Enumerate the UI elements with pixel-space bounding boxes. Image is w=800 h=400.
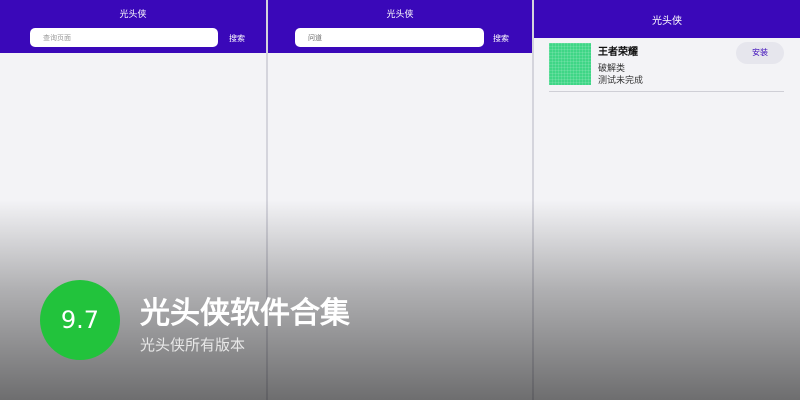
app-status: 测试未完成 bbox=[598, 76, 644, 86]
list-divider bbox=[549, 91, 784, 92]
search-input[interactable]: 问道 bbox=[295, 28, 484, 47]
bottom-gradient-overlay bbox=[0, 200, 800, 400]
rating-score-badge: 9.7 bbox=[40, 280, 120, 360]
search-placeholder: 查询页面 bbox=[43, 34, 71, 42]
app-title: 光头侠 bbox=[119, 10, 147, 20]
app-title: 光头侠 bbox=[386, 10, 414, 20]
app-thumbnail-icon bbox=[549, 43, 591, 85]
search-input[interactable]: 查询页面 bbox=[30, 28, 218, 47]
collection-subtitle: 光头侠所有版本 bbox=[140, 336, 246, 354]
install-button[interactable]: 安装 bbox=[736, 42, 784, 64]
header-bar: 光头侠 查询页面 搜索 bbox=[0, 0, 266, 53]
collection-title: 光头侠软件合集 bbox=[140, 296, 350, 331]
search-button[interactable]: 搜索 bbox=[229, 33, 245, 44]
header-bar: 光头侠 bbox=[534, 0, 800, 38]
header-bar: 光头侠 问道 搜索 bbox=[268, 0, 532, 53]
app-name: 王者荣耀 bbox=[598, 47, 638, 58]
app-title: 光头侠 bbox=[652, 16, 682, 27]
search-button[interactable]: 搜索 bbox=[493, 33, 509, 44]
search-query-text: 问道 bbox=[308, 34, 322, 42]
